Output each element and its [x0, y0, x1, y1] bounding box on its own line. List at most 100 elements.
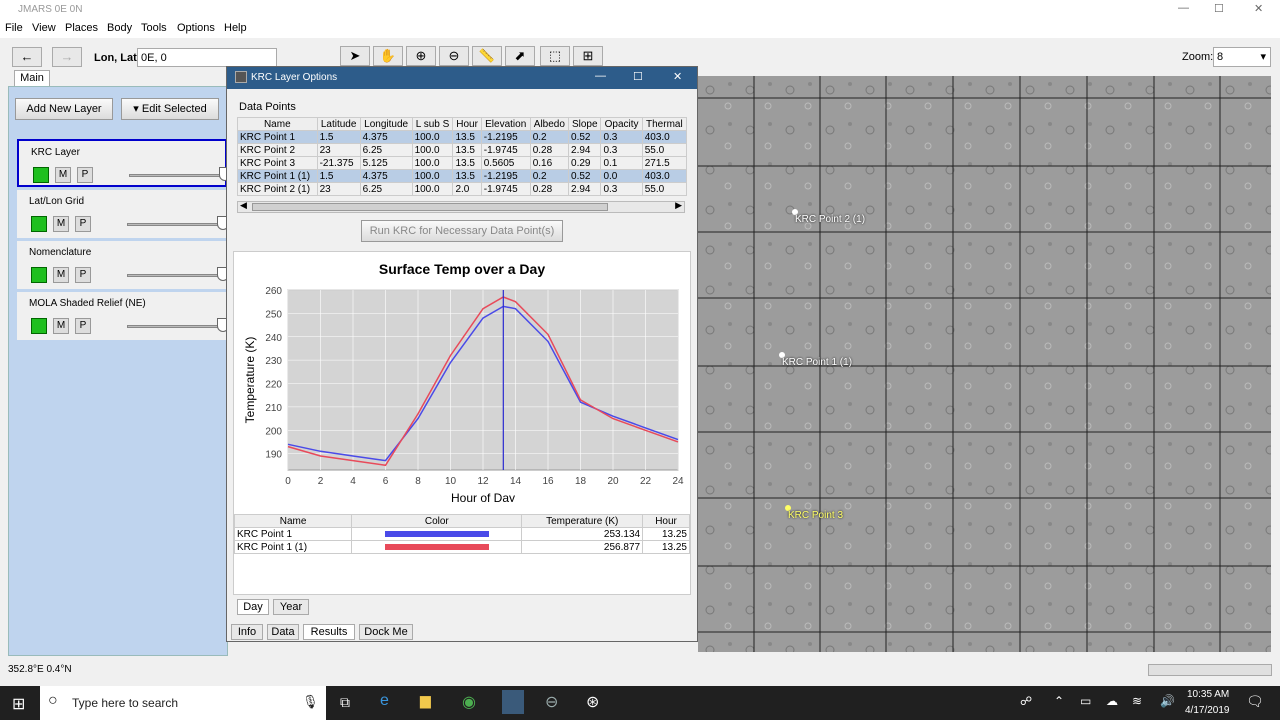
edit-selected-button[interactable]: ▾ Edit Selected	[121, 98, 219, 120]
lonlat-input[interactable]: 0E, 0	[137, 48, 277, 67]
clock-time[interactable]: 10:35 AM	[1187, 689, 1229, 700]
menu-tools[interactable]: Tools	[141, 22, 167, 34]
tab-results[interactable]: Results	[303, 624, 355, 640]
layer-m-button[interactable]: M	[53, 267, 69, 283]
table-row[interactable]: KRC Point 2 23 6.25 100.0 13.5 -1.9745 0.28 2.9…	[237, 143, 688, 157]
table-row[interactable]: KRC Point 2 (1) 23 6.25 100.0 2.0 -1.9745 0.28…	[237, 182, 688, 196]
table-header-cell[interactable]: Name	[237, 117, 318, 131]
microphone-icon[interactable]: 🎙	[302, 694, 319, 710]
network-icon[interactable]: ▭	[1080, 694, 1091, 708]
back-button[interactable]: ←	[12, 47, 42, 67]
maximize-icon[interactable]: ☐	[1214, 2, 1224, 15]
layer-visibility-toggle[interactable]	[33, 167, 49, 183]
chrome-icon[interactable]: ◉	[462, 692, 476, 712]
opacity-slider[interactable]	[129, 174, 229, 177]
table-cell: -21.375	[316, 156, 361, 170]
pan-tool-button[interactable]: ✋	[373, 46, 403, 66]
table-row[interactable]: KRC Point 1 (1) 1.5 4.375 100.0 13.5 -1.2195 0…	[237, 169, 688, 183]
edge-icon[interactable]: e	[380, 692, 389, 710]
table-header-cell[interactable]: Latitude	[316, 117, 361, 131]
layer-visibility-toggle[interactable]	[31, 318, 47, 334]
table-row[interactable]: KRC Point 3 -21.375 5.125 100.0 13.5 0.5605 0.…	[237, 156, 688, 170]
layer-visibility-toggle[interactable]	[31, 216, 47, 232]
zoom-out-button[interactable]: ⊖	[439, 46, 469, 66]
table-header-cell[interactable]: Elevation	[480, 117, 531, 131]
layer-m-button[interactable]: M	[53, 318, 69, 334]
zoom-select[interactable]: 8 ▾	[1213, 47, 1271, 67]
table-header-cell[interactable]: Hour	[452, 117, 482, 131]
export-button[interactable]: ⊞	[573, 46, 603, 66]
table-header-cell[interactable]: Opacity	[600, 117, 643, 131]
forward-button[interactable]: →	[52, 47, 82, 67]
layer-row-nomenclature[interactable]: Nomenclature M P	[17, 241, 229, 289]
table-header-cell[interactable]: Thermal	[641, 117, 688, 131]
select-icon: ⬚	[548, 48, 562, 63]
file-explorer-icon[interactable]: ▆	[420, 692, 431, 709]
menu-view[interactable]: View	[32, 22, 56, 34]
status-scrollbar[interactable]	[1148, 664, 1272, 676]
people-icon[interactable]: ☍	[1020, 694, 1032, 708]
layer-row-krc[interactable]: KRC Layer M P	[17, 139, 231, 187]
layer-m-button[interactable]: M	[55, 167, 71, 183]
menu-options[interactable]: Options	[177, 22, 215, 34]
wifi-icon[interactable]: ≋	[1132, 694, 1142, 708]
table-header-cell[interactable]: Slope	[568, 117, 602, 131]
select-button[interactable]: ⬚	[540, 46, 570, 66]
menu-body[interactable]: Body	[107, 22, 132, 34]
layer-p-button[interactable]: P	[75, 216, 91, 232]
opacity-slider[interactable]	[127, 223, 227, 226]
opacity-slider[interactable]	[127, 274, 227, 277]
menu-file[interactable]: File	[5, 22, 23, 34]
table-header-cell[interactable]: Albedo	[529, 117, 570, 131]
chevron-up-icon[interactable]: ⌃	[1054, 694, 1064, 708]
tab-day[interactable]: Day	[237, 599, 269, 615]
layer-row-latlon[interactable]: Lat/Lon Grid M P	[17, 190, 229, 238]
menu-places[interactable]: Places	[65, 22, 98, 34]
ruler-button[interactable]: 📏	[472, 46, 502, 66]
opacity-slider[interactable]	[127, 325, 227, 328]
tab-data[interactable]: Data	[267, 624, 299, 640]
info-pointer-button[interactable]: ⬈	[505, 46, 535, 66]
app-icon[interactable]: ⊖	[545, 692, 558, 712]
notifications-icon[interactable]: 🗨	[1246, 693, 1264, 710]
minimize-icon[interactable]: —	[595, 70, 606, 82]
cloud-icon[interactable]: ☁	[1106, 694, 1118, 708]
windows-start-icon[interactable]: ⊞	[12, 694, 25, 714]
tab-info[interactable]: Info	[231, 624, 263, 640]
run-krc-button[interactable]: Run KRC for Necessary Data Point(s)	[361, 220, 563, 242]
layer-p-button[interactable]: P	[77, 167, 93, 183]
lonlat-label: Lon, Lat	[94, 52, 137, 64]
tab-main[interactable]: Main	[14, 70, 50, 86]
scroll-right-icon[interactable]: ▶	[675, 200, 682, 211]
minimize-icon[interactable]: —	[1178, 2, 1189, 14]
layer-row-mola[interactable]: MOLA Shaded Relief (NE) M P	[17, 292, 229, 340]
table-header-cell[interactable]: L sub S	[411, 117, 454, 131]
menu-help[interactable]: Help	[224, 22, 247, 34]
tab-dock-me[interactable]: Dock Me	[359, 624, 413, 640]
taskbar-search[interactable]: ○ Type here to search 🎙	[40, 686, 326, 720]
close-icon[interactable]: ✕	[1254, 2, 1263, 15]
layer-visibility-toggle[interactable]	[31, 267, 47, 283]
tab-year[interactable]: Year	[273, 599, 309, 615]
map-view[interactable]: KRC Point 2 (1) KRC Point 1 (1) KRC Poin…	[698, 76, 1271, 652]
jmars-icon[interactable]	[502, 690, 524, 714]
layer-p-button[interactable]: P	[75, 318, 91, 334]
scroll-left-icon[interactable]: ◀	[240, 200, 247, 211]
zoom-in-button[interactable]: ⊕	[406, 46, 436, 66]
table-header-cell[interactable]: Longitude	[359, 117, 413, 131]
window-title: JMARS 0E 0N	[18, 4, 83, 15]
y-tick-label: 210	[265, 403, 282, 414]
layer-p-button[interactable]: P	[75, 267, 91, 283]
app-icon[interactable]: ⊛	[586, 692, 599, 712]
table-row[interactable]: KRC Point 1 1.5 4.375 100.0 13.5 -1.2195 0.2 0.…	[237, 130, 688, 144]
task-view-icon[interactable]: ⧉	[340, 694, 350, 711]
clock-date[interactable]: 4/17/2019	[1185, 705, 1230, 716]
horizontal-scrollbar[interactable]: ◀ ▶	[237, 200, 685, 213]
maximize-icon[interactable]: ☐	[633, 70, 643, 83]
close-icon[interactable]: ✕	[673, 70, 682, 83]
layer-m-button[interactable]: M	[53, 216, 69, 232]
scroll-thumb[interactable]	[252, 203, 608, 211]
add-layer-button[interactable]: Add New Layer	[15, 98, 113, 120]
pointer-tool-button[interactable]: ➤	[340, 46, 370, 66]
volume-icon[interactable]: 🔊	[1160, 694, 1175, 708]
